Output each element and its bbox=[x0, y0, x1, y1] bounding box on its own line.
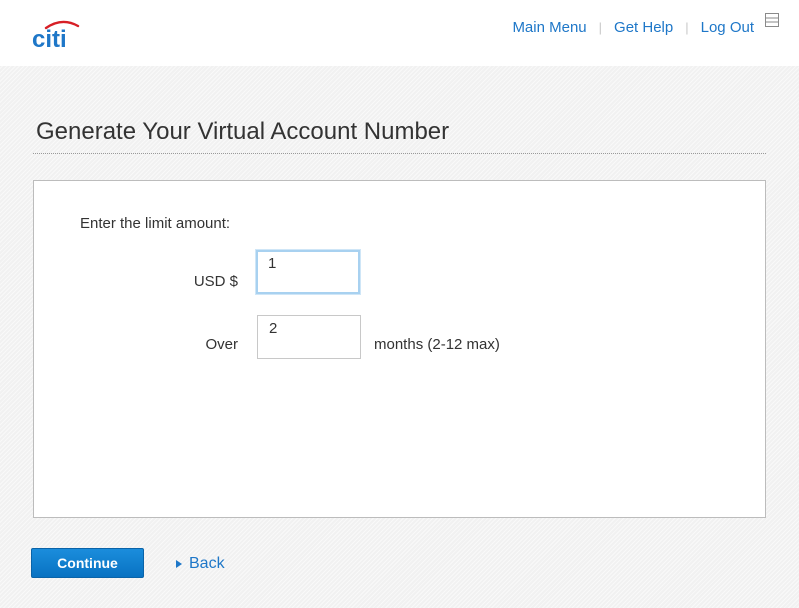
amount-input[interactable] bbox=[256, 250, 360, 294]
top-nav: Main Menu | Get Help | Log Out bbox=[512, 19, 754, 36]
main-menu-link[interactable]: Main Menu bbox=[512, 19, 586, 36]
page-title-bar: Generate Your Virtual Account Number bbox=[33, 118, 766, 154]
log-out-link[interactable]: Log Out bbox=[701, 19, 754, 36]
months-label: Over bbox=[205, 336, 238, 353]
menu-icon[interactable] bbox=[765, 13, 779, 27]
amount-label: USD $ bbox=[193, 273, 238, 290]
continue-button[interactable]: Continue bbox=[31, 548, 144, 578]
logo-text: citi bbox=[32, 26, 67, 50]
back-link[interactable]: Back bbox=[175, 555, 225, 573]
months-hint: months (2-12 max) bbox=[374, 336, 500, 353]
limit-prompt: Enter the limit amount: bbox=[80, 215, 231, 232]
citi-logo[interactable]: citi bbox=[31, 16, 81, 50]
nav-separator: | bbox=[685, 20, 689, 35]
get-help-link[interactable]: Get Help bbox=[614, 19, 673, 36]
header: citi Main Menu | Get Help | Log Out bbox=[0, 0, 799, 66]
nav-separator: | bbox=[598, 20, 603, 35]
caret-right-icon bbox=[176, 560, 182, 568]
months-input[interactable] bbox=[257, 315, 361, 359]
page-title: Generate Your Virtual Account Number bbox=[36, 118, 450, 145]
back-label: Back bbox=[189, 555, 225, 572]
form-panel: Enter the limit amount: USD $ Over month… bbox=[33, 180, 766, 518]
